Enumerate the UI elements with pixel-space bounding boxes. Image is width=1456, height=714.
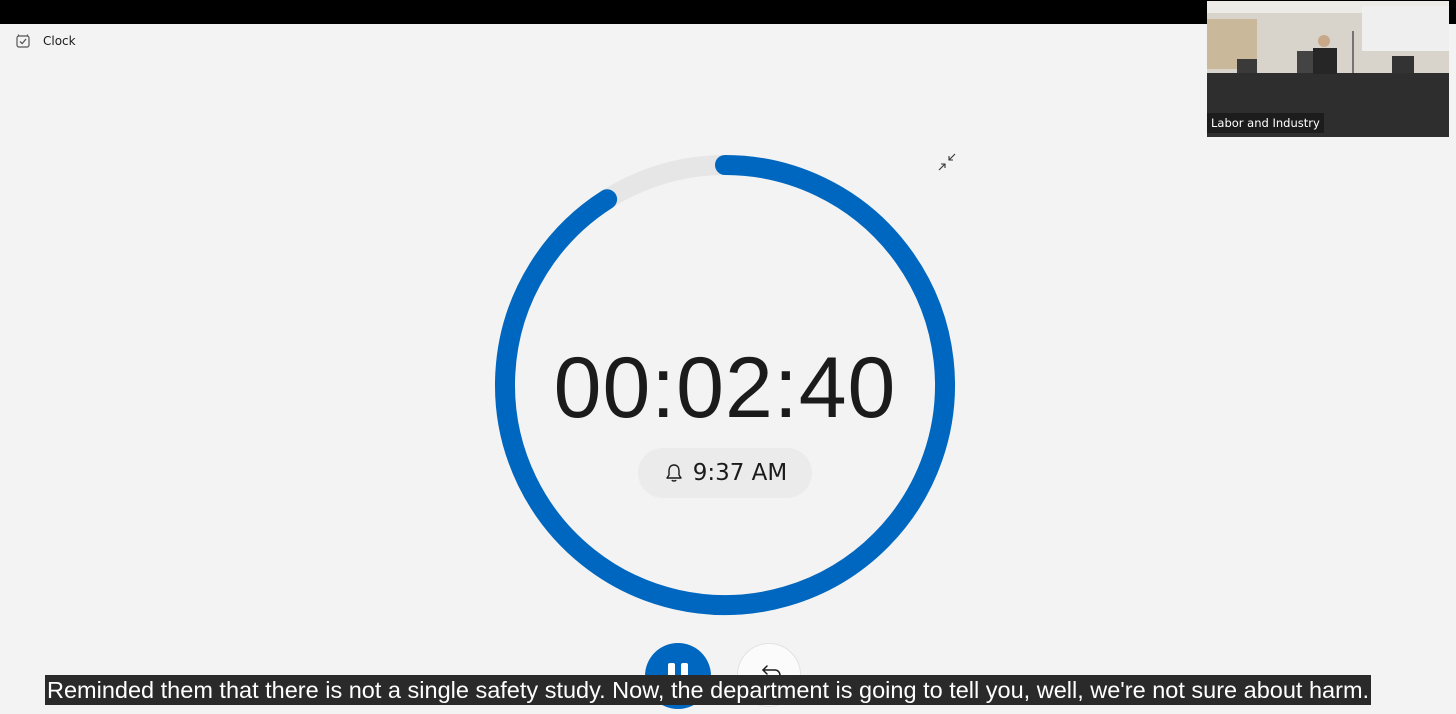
video-label: Labor and Industry: [1207, 113, 1324, 133]
alarm-time-pill: 9:37 AM: [638, 448, 812, 498]
subtitle-caption: Reminded them that there is not a single…: [45, 675, 1372, 705]
app-title: Clock: [43, 34, 76, 48]
clock-app-icon: [16, 34, 30, 48]
bell-icon: [666, 464, 682, 482]
alarm-time: 9:37 AM: [692, 460, 788, 486]
timer-display: 00:02:40: [553, 340, 897, 436]
